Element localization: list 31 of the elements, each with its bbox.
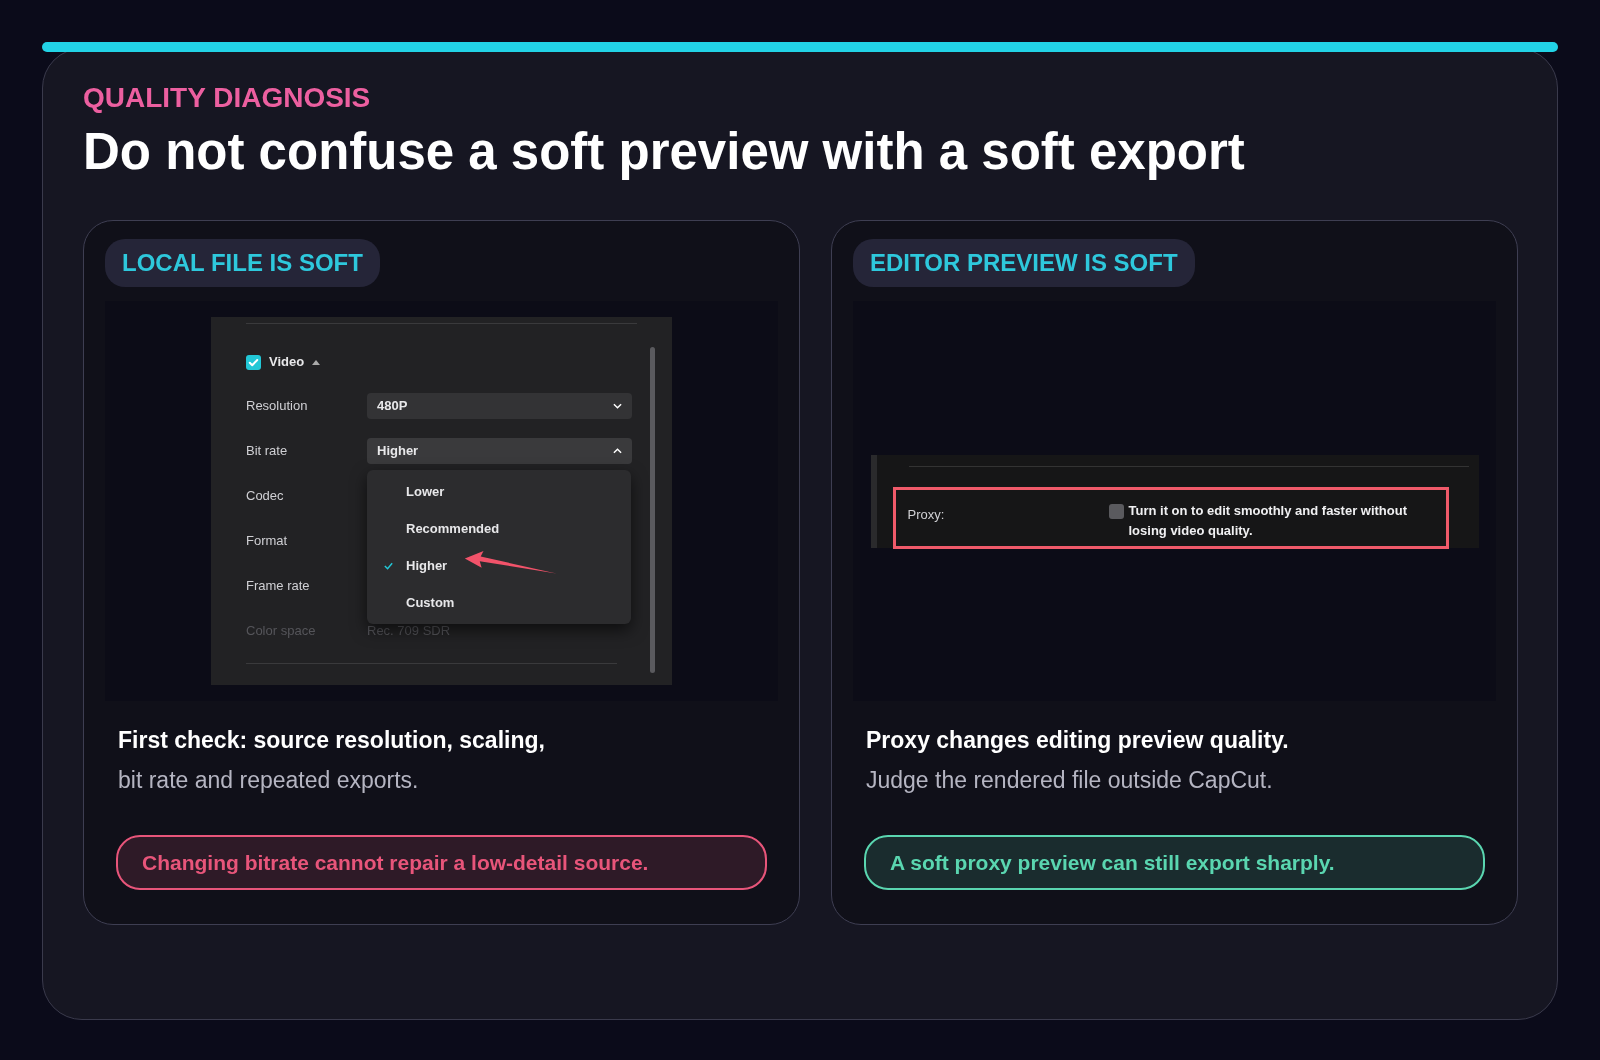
menu-option[interactable]: Custom — [367, 584, 631, 621]
field-label: Format — [246, 531, 289, 550]
panel-tag: EDITOR PREVIEW IS SOFT — [853, 239, 1195, 287]
checkbox[interactable] — [246, 354, 261, 370]
field-label: Proxy: — [907, 505, 946, 524]
check-icon — [383, 560, 394, 571]
field-description: Turn it on to edit smoothly and faster without losing video quality. — [1128, 501, 1409, 540]
menu-option[interactable]: Lower — [367, 473, 631, 510]
select-field[interactable]: Higher — [367, 437, 632, 464]
caption-text: bit rate and repeated exports. — [117, 766, 420, 795]
menu-option[interactable]: Recommended — [367, 510, 631, 547]
field-label: Codec — [246, 486, 285, 505]
menu-option[interactable]: Higher — [367, 547, 631, 584]
chevron-icon — [613, 447, 622, 454]
eyebrow-label: QUALITY DIAGNOSIS — [83, 81, 372, 115]
caption-heading: First check: source resolution, scaling, — [117, 726, 546, 755]
field-label: Resolution — [246, 396, 309, 415]
caret-icon — [312, 359, 321, 365]
chevron-icon — [613, 402, 622, 409]
scrollbar[interactable] — [650, 347, 655, 673]
section-label: Video — [269, 353, 305, 372]
caption-text: Judge the rendered file outside CapCut. — [865, 766, 1274, 795]
page-title: Do not confuse a soft preview with a soft export — [83, 122, 1246, 182]
field-label: Frame rate — [246, 576, 311, 595]
field-label: Bit rate — [246, 441, 289, 460]
callout-banner: Changing bitrate cannot repair a low-detail source. — [116, 835, 767, 890]
panel-tag: LOCAL FILE IS SOFT — [105, 239, 380, 287]
checkbox[interactable] — [1108, 503, 1124, 519]
select-field[interactable]: 480P — [367, 392, 632, 419]
callout-banner: A soft proxy preview can still export sharply. — [864, 835, 1485, 890]
caption-heading: Proxy changes editing preview quality. — [865, 726, 1290, 755]
